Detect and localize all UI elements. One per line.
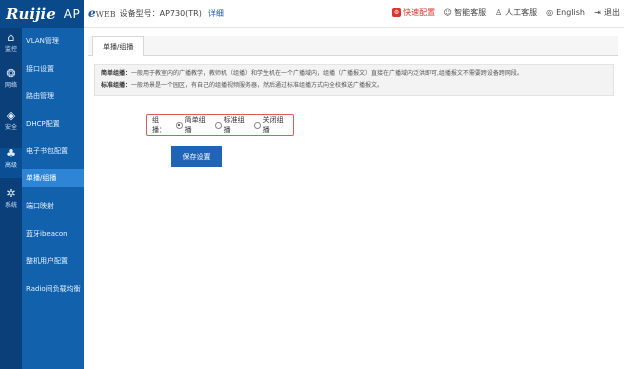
nav-system[interactable]: ✲ 系统: [0, 188, 22, 218]
submenu-ebook[interactable]: 电子书包配置: [22, 142, 84, 160]
logout-icon: ⇥: [594, 8, 601, 17]
primary-sidebar: ⌂ 监控 ❂ 网络 ◈ 安全 ♣ 高级 ✲ 系统: [0, 28, 22, 369]
submenu-routing[interactable]: 路由管理: [22, 87, 84, 105]
gear-icon: ✲: [6, 187, 16, 200]
shield-icon: ◈: [6, 109, 16, 122]
nav-monitor[interactable]: ⌂ 监控: [0, 32, 22, 62]
robot-icon: ☺: [443, 8, 452, 17]
tab-strip: 单播/组播: [88, 36, 618, 56]
users-icon: ♣: [6, 147, 16, 160]
submenu-interface[interactable]: 接口设置: [22, 60, 84, 78]
eweb-logo: eWEB: [88, 6, 116, 20]
logout-link[interactable]: ⇥ 退出: [593, 7, 620, 18]
submenu-bluetooth[interactable]: 蓝牙ibeacon: [22, 225, 84, 243]
product-type: AP: [63, 7, 81, 21]
radio-standard-multicast[interactable]: 标准组播: [214, 115, 250, 135]
simple-multicast-info: 简单组播：一般用于教室内的广播教学，教师机（组播）和学生机在一个广播域内，组播（…: [101, 70, 523, 77]
nav-advanced[interactable]: ♣ 高级: [0, 148, 22, 178]
detail-link[interactable]: 详细: [208, 8, 224, 19]
submenu-dhcp[interactable]: DHCP配置: [22, 115, 84, 133]
device-model-label: 设备型号：AP730(TR): [119, 8, 202, 18]
nav-network[interactable]: ❂ 网络: [0, 68, 22, 98]
language-link[interactable]: ◎ English: [545, 8, 585, 17]
submenu-vlan[interactable]: VLAN管理: [22, 32, 84, 50]
human-service-link[interactable]: ♙ 人工客服: [494, 7, 537, 18]
submenu: VLAN管理 接口设置 路由管理 DHCP配置 电子书包配置 单播/组播 端口映…: [22, 28, 84, 369]
multicast-mode-label: 组播：: [152, 116, 166, 134]
radio-dot[interactable]: [253, 121, 261, 129]
quick-config-link[interactable]: ⚙ 快速配置: [392, 7, 435, 18]
save-settings-button[interactable]: 保存设置: [171, 146, 222, 167]
multicast-mode-group: 组播： 简单组播 标准组播 关闭组播: [146, 114, 294, 136]
submenu-multicast[interactable]: 单播/组播: [22, 169, 84, 187]
radio-dot-selected[interactable]: [175, 121, 183, 129]
submenu-port-mapping[interactable]: 端口映射: [22, 197, 84, 215]
nav-security[interactable]: ◈ 安全: [0, 110, 22, 140]
device-info: eWEB 设备型号：AP730(TR) 详细: [88, 6, 224, 20]
radio-disable-multicast[interactable]: 关闭组播: [253, 115, 289, 135]
main-content: 单播/组播 简单组播：一般用于教室内的广播教学，教师机（组播）和学生机在一个广播…: [84, 28, 624, 369]
smart-service-link[interactable]: ☺ 智能客服: [443, 7, 486, 18]
ruijie-logo: Ruijie: [6, 5, 56, 23]
home-icon: ⌂: [7, 31, 15, 44]
radio-dot[interactable]: [214, 121, 222, 129]
info-box: 简单组播：一般用于教室内的广播教学，教师机（组播）和学生机在一个广播域内，组播（…: [94, 64, 614, 96]
top-bar: Ruijie AP eWEB 设备型号：AP730(TR) 详细 ⚙ 快速配置 …: [0, 0, 624, 28]
brand-logo: Ruijie AP: [0, 0, 84, 28]
tab-multicast[interactable]: 单播/组播: [92, 36, 145, 56]
submenu-radio-balance[interactable]: Radio间负载均衡: [22, 280, 84, 298]
person-icon: ♙: [495, 8, 503, 17]
submenu-user-config[interactable]: 整机用户配置: [22, 252, 84, 270]
globe-icon: ❂: [6, 67, 16, 80]
globe-icon: ◎: [546, 8, 554, 17]
top-links: ⚙ 快速配置 ☺ 智能客服 ♙ 人工客服 ◎ English ⇥ 退出: [384, 7, 620, 18]
standard-multicast-info: 标准组播：一般场景是一个园区，有自己的组播视频服务器，然后通过标准组播方式向全校…: [101, 82, 384, 89]
radio-simple-multicast[interactable]: 简单组播: [175, 115, 211, 135]
quick-config-icon: ⚙: [392, 8, 402, 17]
